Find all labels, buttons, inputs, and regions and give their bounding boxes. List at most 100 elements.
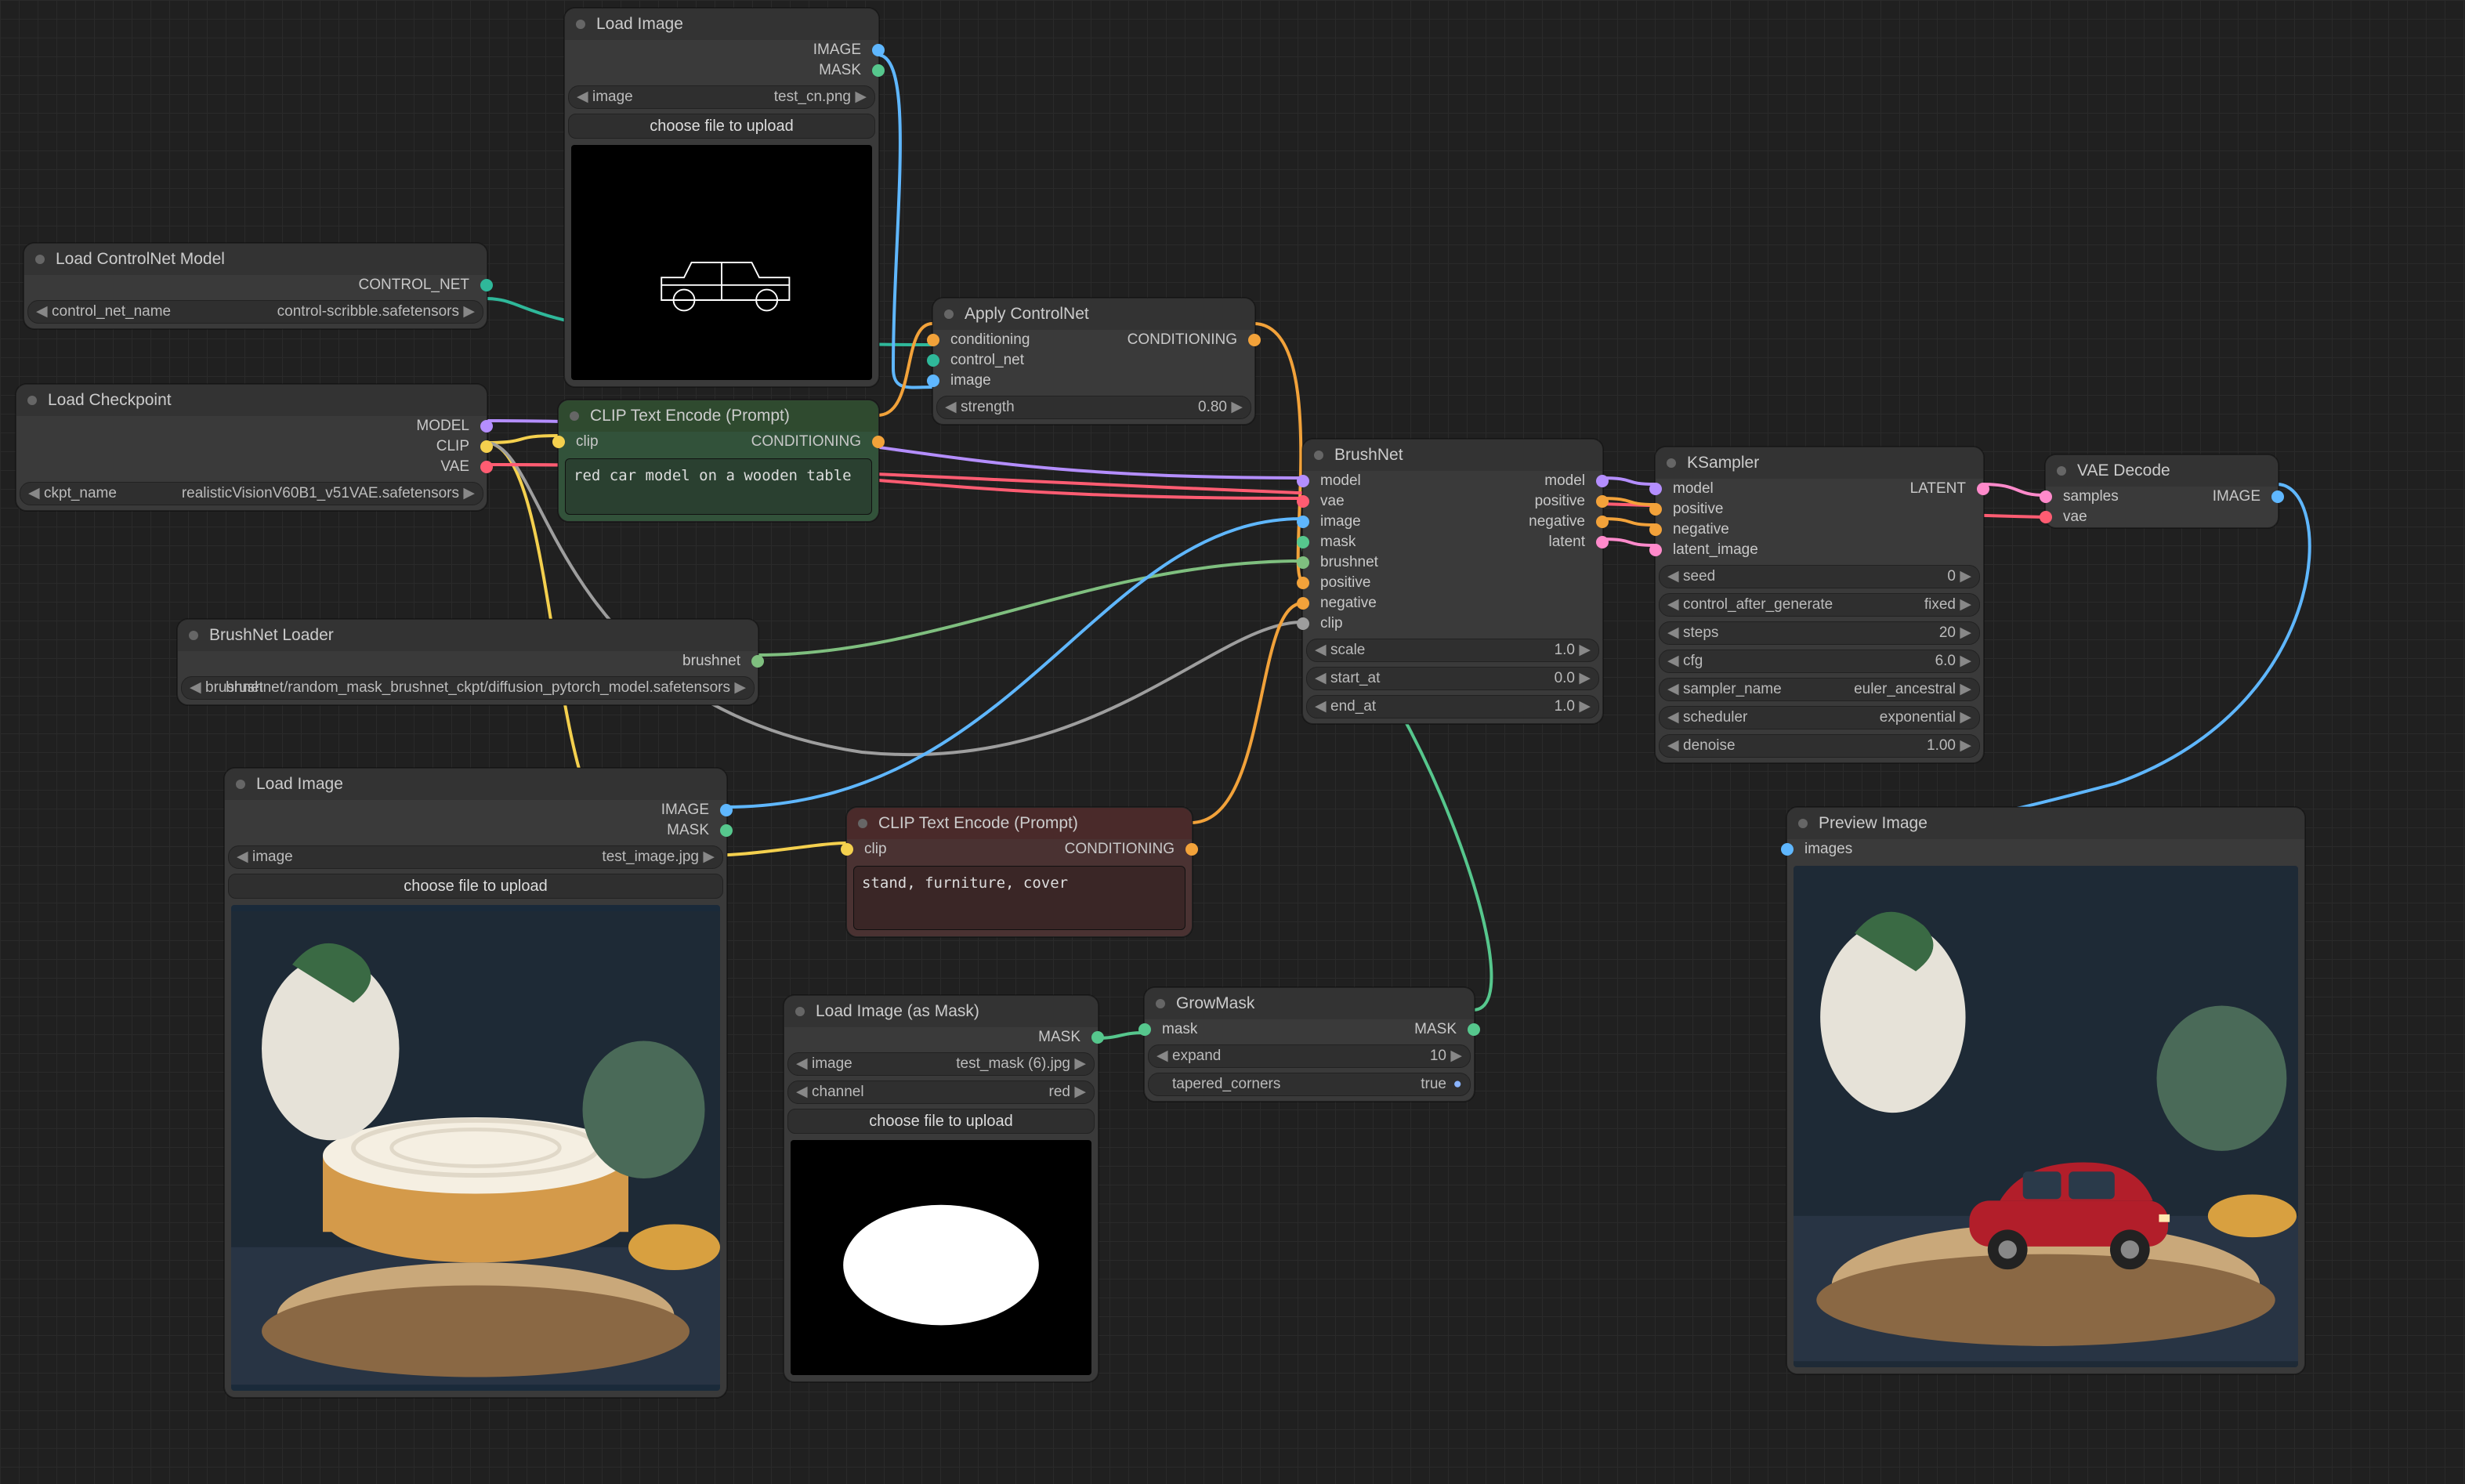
port-image[interactable] [720,804,733,816]
widget-end-at[interactable]: ◀end_at1.0▶ [1306,695,1599,718]
port-brushnet-in[interactable] [1297,556,1309,569]
widget-cfg[interactable]: ◀cfg6.0▶ [1659,650,1980,673]
port-clip-in[interactable] [841,843,853,856]
prompt-textarea[interactable]: red car model on a wooden table [565,458,872,515]
upload-button[interactable]: choose file to upload [568,114,875,139]
port-mask-in[interactable] [1138,1023,1151,1036]
port-negative-in[interactable] [1649,523,1662,536]
port-latent-image-in[interactable] [1649,544,1662,556]
port-latent-out[interactable] [1977,483,1989,495]
widget-image[interactable]: ◀imagetest_cn.png▶ [568,85,875,109]
port-vae-in[interactable] [2040,511,2052,523]
port-brushnet[interactable] [751,655,764,668]
node-title[interactable]: Load ControlNet Model [24,244,487,275]
node-apply-controlnet[interactable]: Apply ControlNet conditioningCONDITIONIN… [932,298,1255,425]
output-label: CONTROL_NET [359,275,469,295]
widget-scale[interactable]: ◀scale1.0▶ [1306,639,1599,662]
node-load-image-mask[interactable]: Load Image (as Mask) MASK ◀imagetest_mas… [784,995,1099,1382]
widget-control-after-generate[interactable]: ◀control_after_generatefixed▶ [1659,593,1980,617]
widget-steps[interactable]: ◀steps20▶ [1659,621,1980,645]
node-title[interactable]: Preview Image [1787,808,2304,839]
image-preview [231,905,720,1391]
port-image-in[interactable] [927,375,939,387]
node-clip-text-encode-negative[interactable]: CLIP Text Encode (Prompt) clipCONDITIONI… [846,807,1193,937]
port-conditioning[interactable] [1185,843,1198,856]
port-samples-in[interactable] [2040,490,2052,503]
port-model[interactable] [480,420,493,433]
port-control-net[interactable] [480,279,493,291]
node-load-checkpoint[interactable]: Load Checkpoint MODEL CLIP VAE ◀ckpt_nam… [16,384,487,511]
node-title[interactable]: CLIP Text Encode (Prompt) [559,400,878,432]
port-mask[interactable] [1091,1031,1104,1044]
port-images-in[interactable] [1781,843,1794,856]
port-mask[interactable] [720,824,733,837]
upload-button[interactable]: choose file to upload [228,874,723,899]
node-title[interactable]: Load Checkpoint [16,385,487,416]
port-positive-out[interactable] [1596,495,1609,508]
chevron-left-icon[interactable]: ◀ [36,301,48,323]
node-growmask[interactable]: GrowMask maskMASK ◀expand10▶ tapered_cor… [1144,987,1475,1102]
widget-strength[interactable]: ◀strength0.80▶ [936,396,1251,419]
widget-brushnet[interactable]: ◀brushnetbrushnet/random_mask_brushnet_c… [181,676,755,700]
port-clip[interactable] [480,440,493,453]
port-vae[interactable] [480,461,493,473]
prompt-textarea[interactable]: stand, furniture, cover [853,866,1185,930]
node-preview-image[interactable]: Preview Image images [1786,807,2305,1374]
port-conditioning[interactable] [872,436,885,448]
widget-expand[interactable]: ◀expand10▶ [1148,1044,1471,1068]
port-control-net-in[interactable] [927,354,939,367]
port-model-in[interactable] [1649,483,1662,495]
widget-ckpt-name[interactable]: ◀ckpt_namerealisticVisionV60B1_v51VAE.sa… [20,482,483,505]
widget-image[interactable]: ◀imagetest_image.jpg▶ [228,845,723,869]
node-brushnet-loader[interactable]: BrushNet Loader brushnet ◀brushnetbrushn… [177,619,758,705]
port-clip-in[interactable] [1297,617,1309,630]
widget-start-at[interactable]: ◀start_at0.0▶ [1306,667,1599,690]
node-title[interactable]: Load Image [565,9,878,40]
port-mask-in[interactable] [1297,536,1309,548]
node-title[interactable]: VAE Decode [2046,455,2278,487]
widget-tapered-corners[interactable]: tapered_cornerstrue● [1148,1073,1471,1096]
node-title[interactable]: Load Image [225,769,726,800]
node-vae-decode[interactable]: VAE Decode samplesIMAGE vae [2045,454,2279,528]
node-brushnet[interactable]: BrushNet modelmodel vaepositive imageneg… [1302,439,1603,724]
port-model-out[interactable] [1596,475,1609,487]
widget-channel[interactable]: ◀channelred▶ [787,1080,1095,1104]
node-load-controlnet-model[interactable]: Load ControlNet Model CONTROL_NET ◀contr… [24,243,487,329]
widget-image[interactable]: ◀imagetest_mask (6).jpg▶ [787,1052,1095,1076]
node-title[interactable]: GrowMask [1145,988,1474,1019]
node-title[interactable]: BrushNet Loader [178,620,758,651]
port-conditioning-in[interactable] [927,334,939,346]
upload-button[interactable]: choose file to upload [787,1109,1095,1134]
widget-seed[interactable]: ◀seed0▶ [1659,565,1980,588]
node-title[interactable]: Apply ControlNet [933,299,1254,330]
port-positive-in[interactable] [1297,577,1309,589]
port-mask[interactable] [872,64,885,77]
node-title[interactable]: KSampler [1656,447,1983,479]
image-preview [571,145,872,380]
port-image-in[interactable] [1297,516,1309,528]
node-clip-text-encode-positive[interactable]: CLIP Text Encode (Prompt) clipCONDITIONI… [558,400,879,522]
widget-control-net-name[interactable]: ◀control_net_namecontrol-scribble.safete… [27,300,483,324]
widget-sampler-name[interactable]: ◀sampler_nameeuler_ancestral▶ [1659,678,1980,701]
node-load-image-cn[interactable]: Load Image IMAGE MASK ◀imagetest_cn.png▶… [564,8,879,387]
port-clip-in[interactable] [552,436,565,448]
image-preview [791,1140,1091,1375]
widget-scheduler[interactable]: ◀schedulerexponential▶ [1659,706,1980,729]
port-conditioning-out[interactable] [1248,334,1261,346]
node-title[interactable]: CLIP Text Encode (Prompt) [847,808,1192,839]
port-negative-in[interactable] [1297,597,1309,610]
node-ksampler[interactable]: KSampler modelLATENT positive negative l… [1655,447,1984,763]
node-load-image-main[interactable]: Load Image IMAGE MASK ◀imagetest_image.j… [224,768,727,1398]
port-image[interactable] [872,44,885,56]
chevron-right-icon[interactable]: ▶ [463,301,475,323]
port-latent-out[interactable] [1596,536,1609,548]
port-vae-in[interactable] [1297,495,1309,508]
widget-denoise[interactable]: ◀denoise1.00▶ [1659,734,1980,758]
port-negative-out[interactable] [1596,516,1609,528]
node-title[interactable]: BrushNet [1303,440,1602,471]
port-positive-in[interactable] [1649,503,1662,516]
port-model-in[interactable] [1297,475,1309,487]
node-title[interactable]: Load Image (as Mask) [784,996,1098,1027]
port-image-out[interactable] [2271,490,2284,503]
port-mask-out[interactable] [1468,1023,1480,1036]
